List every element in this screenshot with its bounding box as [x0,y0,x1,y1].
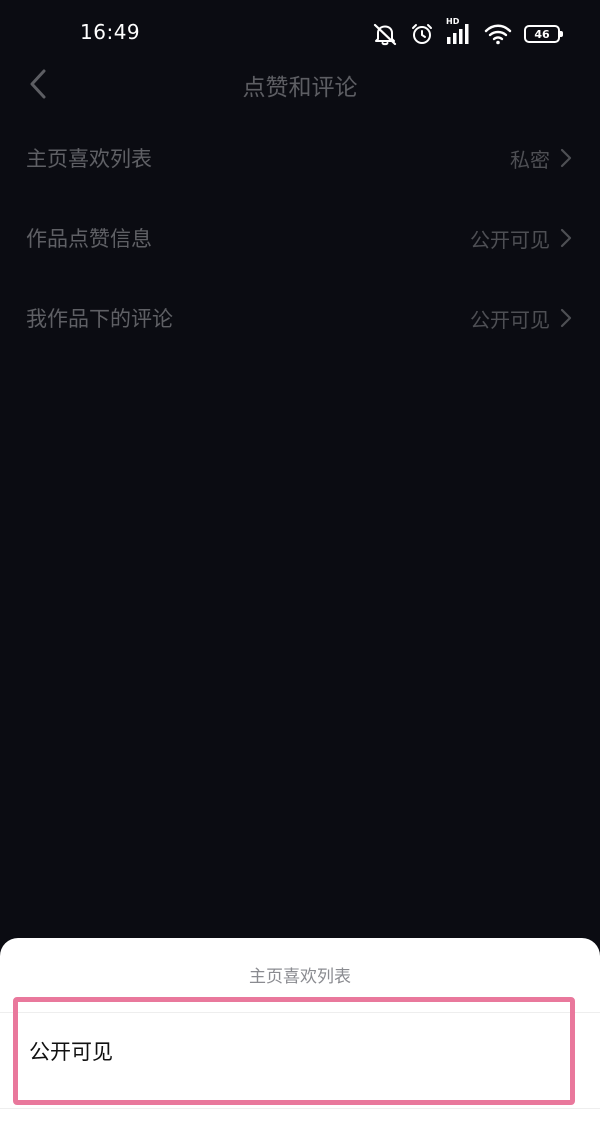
setting-value-wrap: 公开可见 [470,304,572,333]
setting-value: 公开可见 [470,307,550,332]
setting-value: 公开可见 [470,227,550,252]
setting-label: 主页喜欢列表 [26,147,152,171]
setting-row-homepage-likes[interactable]: 主页喜欢列表 私密 [0,118,600,198]
setting-value-wrap: 私密 [510,144,572,173]
wifi-icon [484,23,512,45]
setting-row-work-likes[interactable]: 作品点赞信息 公开可见 [0,198,600,278]
setting-label: 我作品下的评论 [26,307,173,331]
alarm-icon [410,22,434,46]
sheet-title: 主页喜欢列表 [249,967,351,987]
battery-icon: 46 [524,25,563,43]
sheet-divider [0,1108,600,1109]
setting-row-work-comments[interactable]: 我作品下的评论 公开可见 [0,278,600,358]
status-icons: HD 46 [372,17,563,46]
bottom-sheet: 主页喜欢列表 公开可见 [0,938,600,1132]
nav-bar: 点赞和评论 [0,56,600,112]
option-label: 公开可见 [29,1040,113,1064]
chevron-right-icon [560,308,572,328]
setting-label: 作品点赞信息 [26,227,152,251]
setting-value-wrap: 公开可见 [470,224,572,253]
screen: 16:49 HD 46 点赞和评论 主页喜欢列表 私密 作品点赞信息 公开可见 … [0,0,600,1132]
chevron-right-icon [560,228,572,248]
chevron-right-icon [560,148,572,168]
network-label: HD [446,17,460,26]
page-title: 点赞和评论 [242,75,358,101]
mute-bell-icon [372,22,398,46]
status-time: 16:49 [80,20,141,44]
option-public[interactable]: 公开可见 [13,997,575,1105]
setting-value: 私密 [510,147,550,172]
battery-level: 46 [534,27,550,41]
settings-list: 主页喜欢列表 私密 作品点赞信息 公开可见 我作品下的评论 公开可见 [0,118,600,358]
signal-icon: HD [446,17,472,45]
